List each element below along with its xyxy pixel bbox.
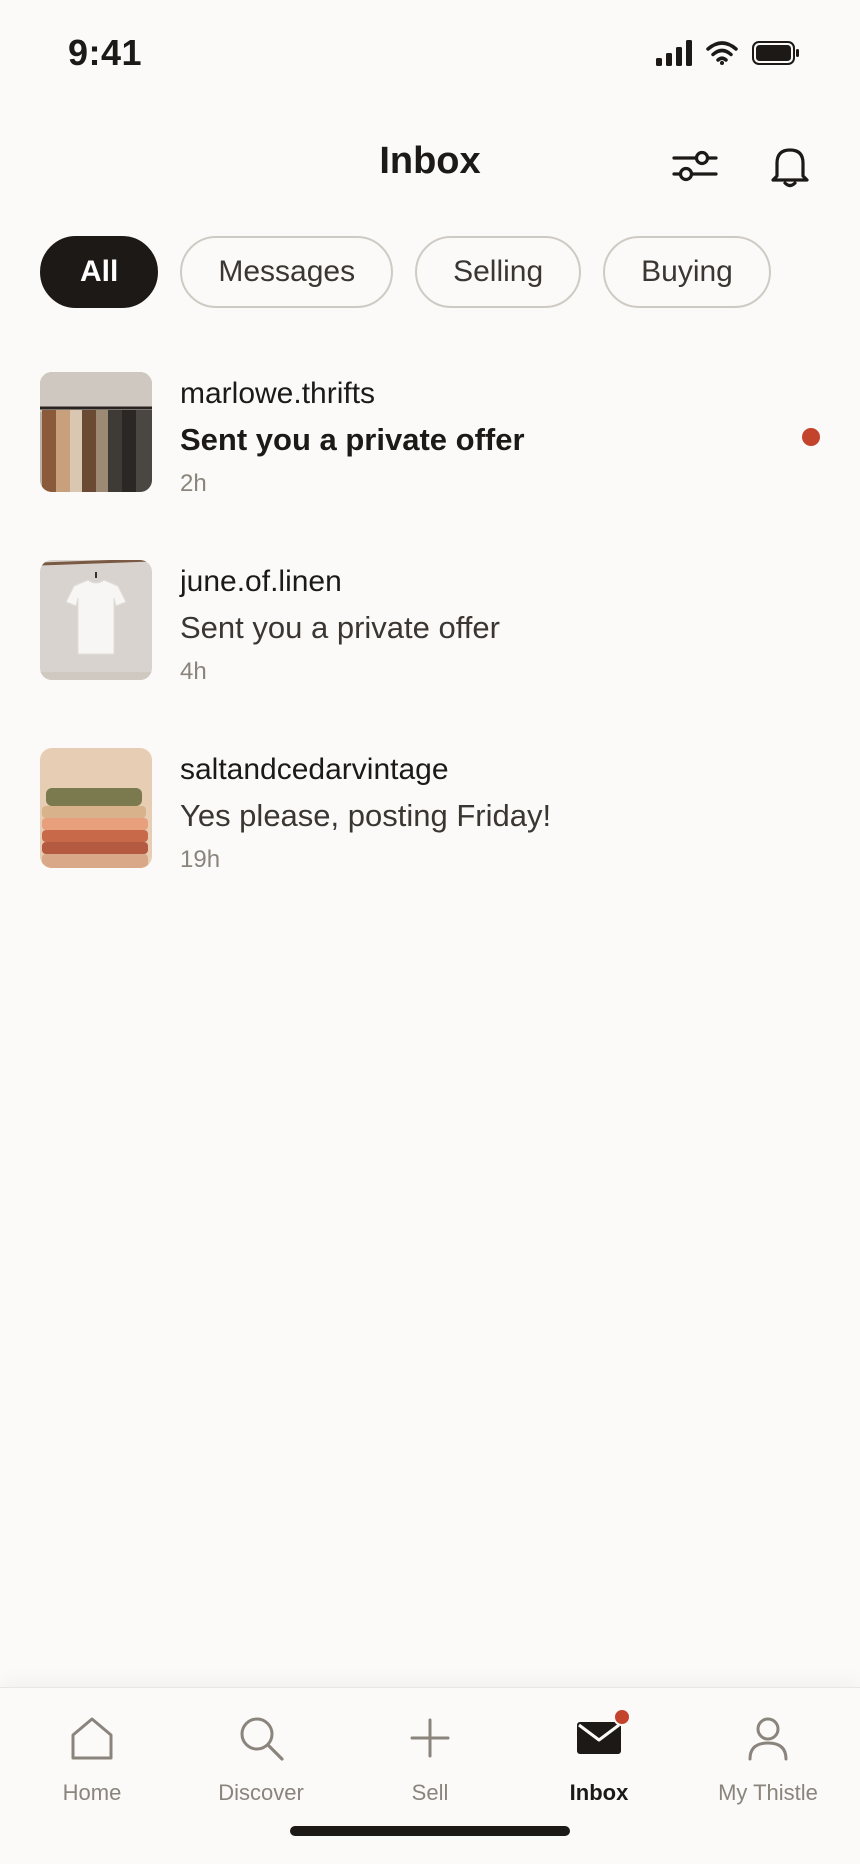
chip-all[interactable]: All — [40, 236, 159, 308]
tab-label: Discover — [218, 1780, 304, 1805]
conversation-preview: Yes please, posting Friday! — [180, 798, 552, 833]
conversation-list: marlowe.thrifts Sent you a private offer… — [0, 372, 860, 936]
header: Inbox — [0, 120, 860, 208]
filter-chips: All Messages Selling Buying — [40, 236, 771, 308]
conversation-username: saltandcedarvintage — [180, 753, 449, 786]
tab-label: Sell — [411, 1780, 449, 1805]
tab-label: Inbox — [569, 1780, 629, 1805]
tab-label: My Thistle — [718, 1780, 818, 1805]
plus-icon — [404, 1712, 456, 1764]
chip-buying[interactable]: Buying — [603, 236, 771, 308]
listing-thumbnail — [40, 560, 152, 680]
chip-selling[interactable]: Selling — [415, 236, 582, 308]
filter-button[interactable] — [665, 138, 725, 198]
tab-discover[interactable]: Discover — [186, 1712, 336, 1822]
tab-label: Home — [62, 1780, 122, 1805]
sliders-icon — [672, 148, 718, 189]
conversation-row[interactable]: june.of.linen Sent you a private offer 4… — [0, 560, 860, 748]
status-icons — [656, 40, 800, 71]
tab-my-thistle[interactable]: My Thistle — [693, 1712, 843, 1822]
conversation-row[interactable]: saltandcedarvintage Yes please, posting … — [0, 748, 860, 936]
listing-thumbnail — [40, 372, 152, 492]
chip-messages[interactable]: Messages — [180, 236, 394, 308]
inbox-badge-dot — [613, 1708, 631, 1726]
signal-icon — [656, 40, 692, 71]
listing-thumbnail — [40, 748, 152, 868]
conversation-time: 4h — [180, 658, 207, 685]
tab-inbox[interactable]: Inbox — [524, 1708, 674, 1822]
home-indicator — [290, 1826, 570, 1836]
tab-bar: Home Discover Sell Inbox My Thistle — [0, 1687, 860, 1864]
bell-icon — [769, 144, 811, 193]
search-icon — [235, 1712, 287, 1764]
conversation-time: 19h — [180, 846, 221, 873]
status-bar: 9:41 — [0, 0, 860, 110]
home-icon — [66, 1712, 118, 1764]
tab-sell[interactable]: Sell — [355, 1712, 505, 1822]
conversation-time: 2h — [180, 470, 207, 497]
page-title: Inbox — [379, 140, 481, 182]
notifications-button[interactable] — [760, 138, 820, 198]
conversation-username: marlowe.thrifts — [180, 377, 376, 410]
user-icon — [742, 1712, 794, 1764]
conversation-preview: Sent you a private offer — [180, 422, 525, 457]
tab-home[interactable]: Home — [17, 1712, 167, 1822]
status-time: 9:41 — [68, 32, 143, 73]
wifi-icon — [706, 41, 738, 70]
mail-icon — [573, 1708, 631, 1764]
conversation-preview: Sent you a private offer — [180, 610, 500, 645]
conversation-username: june.of.linen — [180, 565, 342, 598]
unread-dot — [802, 428, 820, 446]
conversation-row[interactable]: marlowe.thrifts Sent you a private offer… — [0, 372, 860, 560]
battery-icon — [752, 41, 800, 70]
